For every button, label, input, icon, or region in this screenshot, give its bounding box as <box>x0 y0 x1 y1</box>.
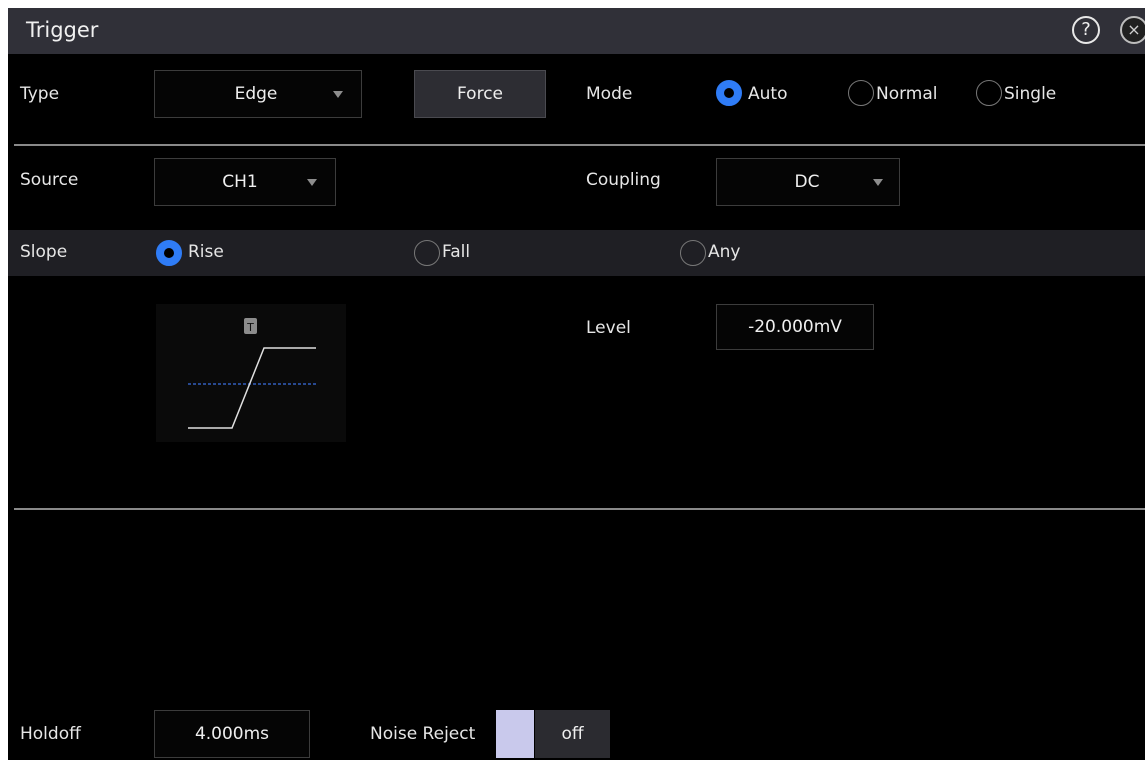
noise-reject-value[interactable]: off <box>535 710 610 758</box>
holdoff-label: Holdoff <box>20 724 81 744</box>
divider <box>14 508 1145 510</box>
trigger-dialog: Trigger ? × Type Edge Force Mode Auto No… <box>8 8 1145 760</box>
source-value: CH1 <box>222 172 258 192</box>
type-dropdown[interactable]: Edge <box>154 70 362 118</box>
coupling-value: DC <box>794 172 820 192</box>
close-icon[interactable]: × <box>1120 16 1145 44</box>
slope-any-radio[interactable] <box>680 240 706 266</box>
type-value: Edge <box>234 84 278 104</box>
rising-edge-trace <box>188 347 316 429</box>
help-icon[interactable]: ? <box>1072 16 1100 44</box>
source-dropdown[interactable]: CH1 <box>154 158 336 206</box>
type-label: Type <box>20 84 60 104</box>
slope-rise-label[interactable]: Rise <box>188 242 224 262</box>
force-button[interactable]: Force <box>414 70 546 118</box>
coupling-dropdown[interactable]: DC <box>716 158 900 206</box>
holdoff-input[interactable]: 4.000ms <box>154 710 310 758</box>
chevron-down-icon <box>333 91 343 98</box>
mode-auto-radio[interactable] <box>716 80 742 106</box>
rising-edge-diagram: T <box>156 304 346 442</box>
source-label: Source <box>20 170 79 190</box>
holdoff-value: 4.000ms <box>194 724 270 744</box>
trigger-marker-text: T <box>246 321 254 334</box>
chevron-down-icon <box>873 179 883 186</box>
slope-label: Slope <box>20 242 68 262</box>
mode-normal-label[interactable]: Normal <box>876 84 938 104</box>
level-input[interactable]: -20.000mV <box>716 304 874 350</box>
mode-auto-label[interactable]: Auto <box>748 84 787 104</box>
mode-single-radio[interactable] <box>976 80 1002 106</box>
divider <box>14 144 1145 146</box>
slope-fall-radio[interactable] <box>414 240 440 266</box>
dialog-title: Trigger <box>26 18 99 42</box>
mode-single-label[interactable]: Single <box>1004 84 1056 104</box>
slope-fall-label[interactable]: Fall <box>442 242 470 262</box>
slope-any-label[interactable]: Any <box>708 242 740 262</box>
slope-rise-radio[interactable] <box>156 240 182 266</box>
chevron-down-icon <box>307 179 317 186</box>
title-bar: Trigger ? × <box>8 8 1145 54</box>
level-label: Level <box>586 318 631 338</box>
level-value: -20.000mV <box>748 317 842 337</box>
coupling-label: Coupling <box>586 170 661 190</box>
mode-label: Mode <box>586 84 633 104</box>
edge-waveform-icon: T <box>188 318 316 429</box>
mode-normal-radio[interactable] <box>848 80 874 106</box>
noise-reject-label: Noise Reject <box>370 724 476 744</box>
noise-reject-toggle[interactable] <box>496 710 534 758</box>
